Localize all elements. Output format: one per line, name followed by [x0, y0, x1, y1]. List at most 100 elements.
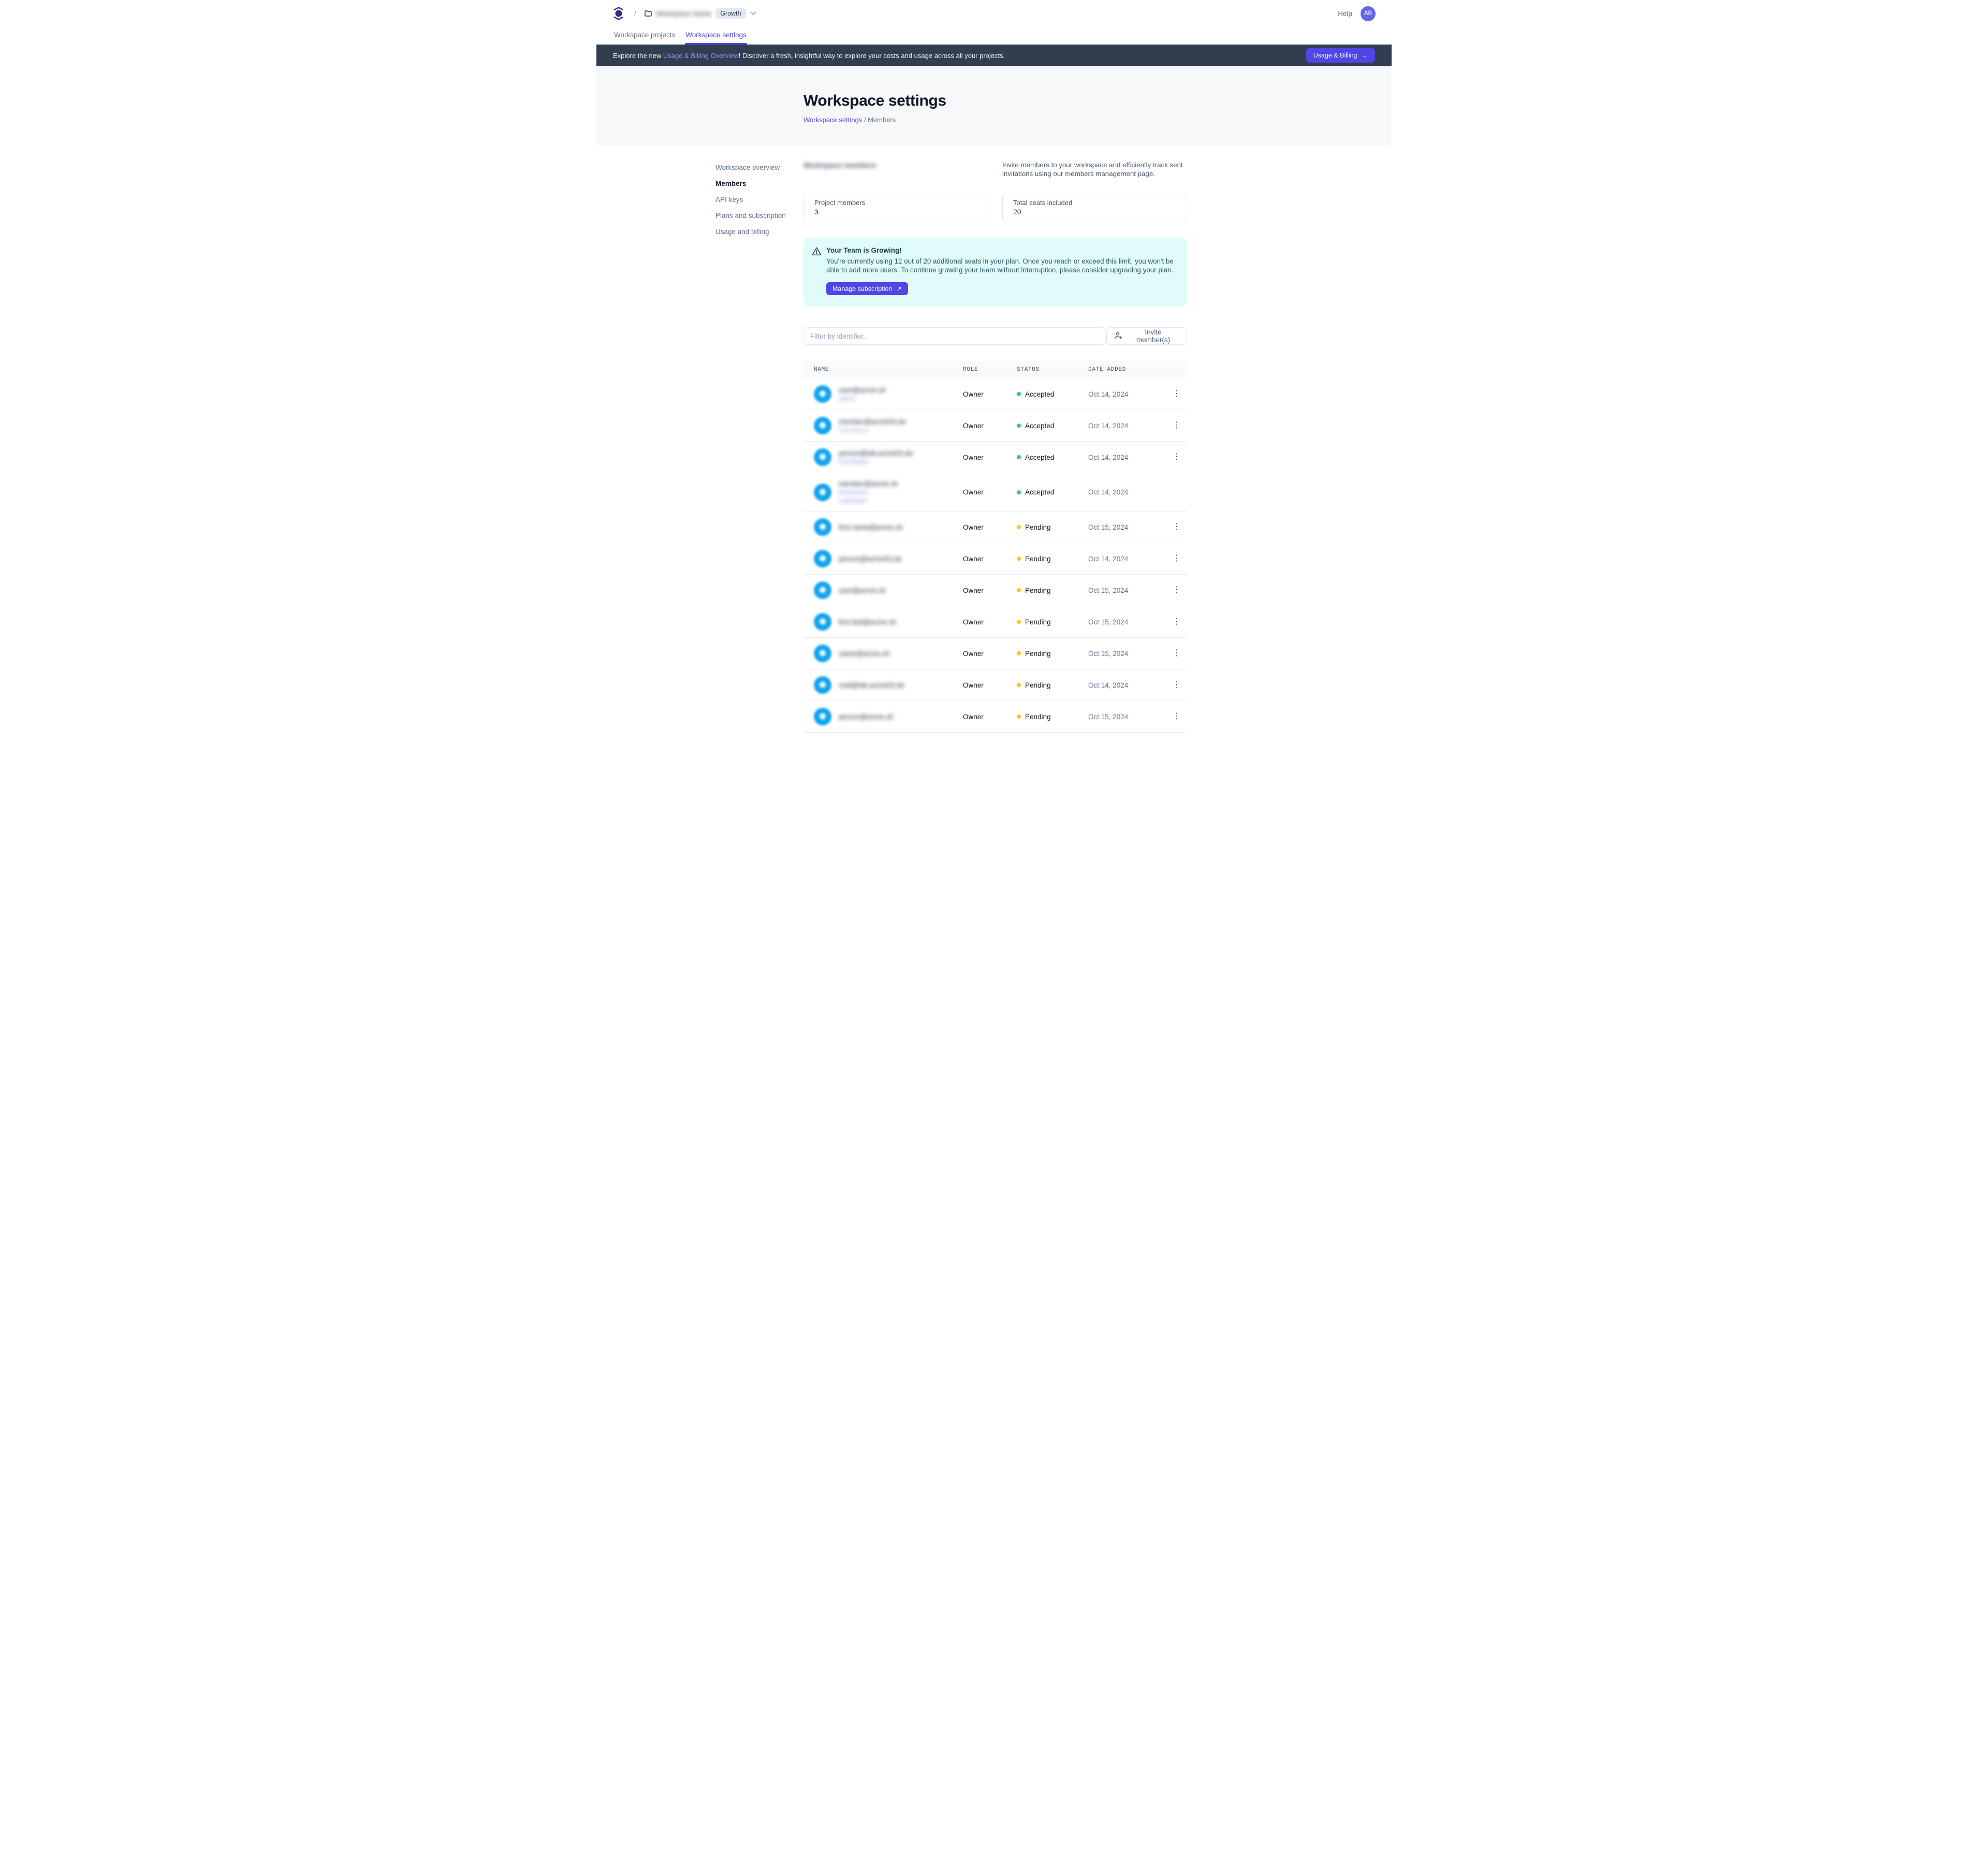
row-menu-button[interactable]	[1170, 521, 1184, 533]
member-name-cell: name@acme.sh	[803, 638, 959, 669]
sidebar-item[interactable]: Plans and subscription	[715, 209, 803, 222]
sidebar-item[interactable]: Members	[715, 177, 803, 190]
member-email: member@acme53.de	[839, 418, 906, 426]
member-status: Accepted	[1013, 454, 1084, 461]
status-dot-icon	[1017, 683, 1021, 687]
status-dot-icon	[1017, 557, 1021, 561]
member-email: first.last@acme.sh	[839, 618, 896, 626]
breadcrumb-settings-link[interactable]: Workspace settings	[803, 116, 862, 124]
workspace-name: Workspace Name	[656, 10, 711, 18]
row-menu-button[interactable]	[1170, 419, 1184, 432]
row-menu-button[interactable]	[1170, 616, 1184, 628]
table-row: mail@lab.acme53.de Owner Pending Oct 14	[803, 669, 1187, 701]
member-subtext: Full Name	[839, 458, 913, 465]
member-date-added: Oct 15, 2024	[1084, 618, 1166, 626]
member-date-added: Oct 15, 2024	[1084, 650, 1166, 658]
status-dot-icon	[1017, 392, 1021, 396]
members-panel: Workspace members Invite members to your…	[803, 161, 1187, 733]
member-subtext: Lastname	[839, 497, 898, 504]
member-date-added: Oct 14, 2024	[1084, 555, 1166, 563]
member-subtext: name	[839, 395, 886, 402]
member-role: Owner	[959, 713, 1013, 721]
workspace-tab[interactable]: Workspace settings	[685, 31, 747, 45]
user-avatar[interactable]: AB	[1361, 6, 1376, 21]
invite-members-button[interactable]: Invite member(s)	[1106, 327, 1187, 345]
row-menu-button[interactable]	[1170, 647, 1184, 660]
member-date-added: Oct 15, 2024	[1084, 713, 1166, 721]
sidebar-item[interactable]: Workspace overview	[715, 161, 803, 174]
member-avatar	[814, 581, 831, 599]
status-dot-icon	[1017, 455, 1021, 459]
breadcrumb-current: Members	[868, 116, 896, 124]
table-row: name@acme.sh Owner Pending Oct 15, 2024	[803, 638, 1187, 669]
row-menu-button[interactable]	[1170, 388, 1184, 400]
filter-input[interactable]	[803, 327, 1106, 345]
alert-body: You're currently using 12 out of 20 addi…	[826, 257, 1176, 274]
workspace-tab[interactable]: Workspace projects	[613, 31, 676, 45]
breadcrumb: Workspace settings / Members	[803, 116, 1392, 124]
stat-value: 3	[814, 208, 977, 216]
member-avatar	[814, 550, 831, 567]
member-avatar	[814, 484, 831, 501]
member-date-added: Oct 14, 2024	[1084, 488, 1166, 496]
member-role: Owner	[959, 681, 1013, 689]
member-date-added: Oct 14, 2024	[1084, 454, 1166, 461]
row-menu-button[interactable]	[1170, 584, 1184, 596]
member-email: mail@lab.acme53.de	[839, 681, 904, 689]
top-nav: / Workspace Name Growth Help AB	[596, 0, 1392, 45]
members-section-title: Workspace members	[803, 161, 876, 169]
member-email: user@acme.sh	[839, 386, 886, 394]
member-role: Owner	[959, 650, 1013, 658]
usage-billing-overview-link[interactable]: Usage & Billing Overview	[663, 52, 739, 60]
sidebar-item[interactable]: API keys	[715, 193, 803, 206]
help-link[interactable]: Help	[1338, 10, 1352, 18]
member-date-added: Oct 14, 2024	[1084, 422, 1166, 430]
member-status: Pending	[1013, 555, 1084, 563]
table-row: first.name@acme.sh Owner Pending Oct 15	[803, 512, 1187, 543]
member-status: Accepted	[1013, 488, 1084, 496]
column-date-added: DATE ADDED	[1084, 367, 1166, 373]
usage-billing-button[interactable]: Usage & Billing →	[1306, 48, 1375, 63]
alert-title: Your Team is Growing!	[826, 246, 1176, 254]
member-avatar	[814, 708, 831, 725]
row-menu-button[interactable]	[1170, 679, 1184, 691]
member-email: person@lab.acme53.de	[839, 449, 913, 457]
member-name-cell: person@acme53.de	[803, 543, 959, 574]
member-email: user@acme.sh	[839, 587, 886, 594]
member-email: first.name@acme.sh	[839, 523, 903, 531]
usage-billing-banner: Explore the new Usage & Billing Overview…	[596, 45, 1392, 66]
member-avatar	[814, 417, 831, 434]
workspace-switcher[interactable]: Workspace Name Growth	[645, 8, 756, 19]
table-row: person@lab.acme53.de Full Name Owner Acc…	[803, 442, 1187, 473]
member-status: Pending	[1013, 523, 1084, 531]
member-status: Pending	[1013, 713, 1084, 721]
member-avatar	[814, 613, 831, 631]
stat-label: Project members	[814, 199, 977, 207]
members-description: Invite members to your workspace and eff…	[1002, 161, 1187, 178]
member-role: Owner	[959, 555, 1013, 563]
member-role: Owner	[959, 587, 1013, 594]
column-status: STATUS	[1013, 367, 1084, 373]
member-role: Owner	[959, 390, 1013, 398]
manage-subscription-button[interactable]: Manage subscription ↗	[826, 282, 908, 295]
plan-badge: Growth	[715, 8, 746, 19]
arrow-right-icon: →	[1362, 52, 1368, 59]
external-link-icon: ↗	[896, 285, 901, 293]
member-date-added: Oct 14, 2024	[1084, 681, 1166, 689]
page-title: Workspace settings	[803, 92, 1392, 110]
table-row: person@acme.sh Owner Pending Oct 15, 20	[803, 701, 1187, 733]
member-email: person@acme53.de	[839, 555, 902, 563]
row-menu-button[interactable]	[1170, 451, 1184, 463]
sidebar-item[interactable]: Usage and billing	[715, 225, 803, 238]
status-dot-icon	[1017, 715, 1021, 719]
member-name-cell: person@lab.acme53.de Full Name	[803, 442, 959, 473]
member-subtext: Firstname	[839, 489, 898, 496]
member-name-cell: person@acme.sh	[803, 701, 959, 732]
column-name: NAME	[803, 367, 959, 373]
app-logo-icon[interactable]	[612, 6, 625, 21]
table-row: first.last@acme.sh Owner Pending Oct 15	[803, 606, 1187, 638]
table-header: NAME ROLE STATUS DATE ADDED	[803, 361, 1187, 378]
row-menu-button[interactable]	[1170, 552, 1184, 565]
row-menu-button[interactable]	[1170, 710, 1184, 723]
folder-icon	[645, 10, 652, 17]
